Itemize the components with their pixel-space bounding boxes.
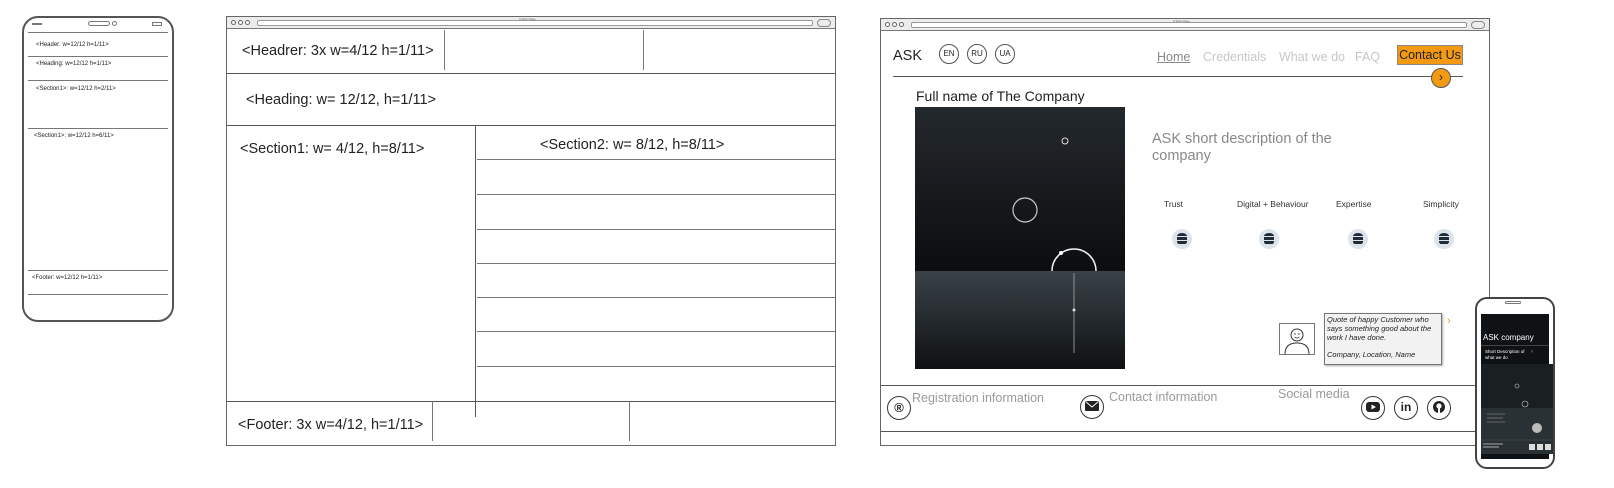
database-icon (1348, 229, 1368, 249)
lang-en-button[interactable]: EN (939, 44, 959, 64)
value-label-trust: Trust (1164, 199, 1184, 209)
wire-header-label: <Headrer: 3x w=4/12 h=1/11> (242, 43, 434, 59)
database-icon (1259, 229, 1279, 249)
contact-us-button[interactable]: Contact Us (1397, 45, 1463, 65)
battery-icon (152, 22, 162, 26)
youtube-icon[interactable] (1361, 396, 1385, 420)
wire-footer-label: <Footer: 3x w=4/12, h=1/11> (238, 417, 424, 433)
website-mockup: A Web Page ASK EN RU UA Home Credentials… (880, 18, 1490, 446)
database-icon (1434, 229, 1454, 249)
mobile-arrow[interactable]: › (1531, 349, 1533, 355)
phone-speaker (88, 21, 110, 26)
phone-section1-label: <Section1>: w=12/12 h=2/11> (36, 86, 116, 92)
company-name: Full name of The Company (916, 88, 1085, 104)
mobile-hero-image (1481, 364, 1553, 454)
next-arrow-button[interactable]: › (1431, 68, 1451, 88)
value-label-expertise: Expertise (1336, 199, 1372, 209)
value-label-simplicity: Simplicity (1423, 199, 1459, 209)
tab-title: A Web Page (1173, 19, 1190, 23)
github-icon[interactable] (1427, 396, 1451, 420)
lang-ru-button[interactable]: RU (967, 44, 987, 64)
phone-heading-label: <Heading: w=12/12 h=1/11> (36, 61, 112, 67)
menu-button[interactable] (1471, 21, 1485, 29)
value-label-digital: Digital + Behaviour (1237, 199, 1309, 209)
wire-section2-label: <Section2: w= 8/12, h=8/11> (540, 137, 725, 153)
nav-faq[interactable]: FAQ (1355, 50, 1380, 64)
customer-avatar (1279, 323, 1315, 355)
registration-info[interactable]: Registration information (912, 391, 1044, 405)
phone-camera (112, 21, 117, 26)
wire-heading-label: <Heading: w= 12/12, h=1/11> (246, 92, 436, 108)
phone-wireframe: <Header: w=12/12 h=1/11> <Heading: w=12/… (22, 16, 174, 322)
mobile-title: ASK company (1483, 333, 1534, 342)
quote-next-arrow[interactable]: › (1447, 315, 1451, 327)
social-media-label: Social media (1278, 387, 1350, 401)
browser-chrome: A Web Page (227, 17, 835, 29)
quote-text: Quote of happy Customer who says somethi… (1327, 315, 1432, 342)
registered-icon: ® (887, 396, 911, 420)
contact-info[interactable]: Contact information (1109, 390, 1217, 404)
mobile-description: Short Description of what we do (1485, 349, 1525, 360)
phone-speaker (1505, 301, 1521, 304)
wire-section1-label: <Section1: w= 4/12, h=8/11> (240, 141, 425, 157)
database-icon (1172, 229, 1192, 249)
mobile-screen: ASK company Short Description of what we… (1481, 311, 1553, 459)
mobile-mockup: ASK company Short Description of what we… (1475, 297, 1555, 469)
nav-what-we-do[interactable]: What we do (1279, 50, 1345, 64)
hero-image (915, 107, 1125, 369)
phone-footer-label: <Footer: w=12/12 h=1/11> (32, 275, 103, 281)
site-logo[interactable]: ASK (893, 48, 922, 64)
browser-chrome: A Web Page (881, 19, 1489, 31)
tab-title: A Web Page (519, 17, 536, 21)
quote-bubble: Quote of happy Customer who says somethi… (1324, 313, 1442, 365)
lang-ua-button[interactable]: UA (995, 44, 1015, 64)
quote-author: Company, Location, Name (1327, 350, 1416, 359)
nav-credentials[interactable]: Credentials (1203, 50, 1266, 64)
menu-button[interactable] (817, 19, 831, 27)
phone-section2-label: <Section1>: w=12/12 h=6/11> (34, 133, 114, 139)
mail-icon[interactable] (1080, 395, 1104, 419)
nav-home[interactable]: Home (1157, 50, 1190, 64)
phone-header-label: <Header: w=12/12 h=1/11> (36, 42, 109, 48)
short-description: ASK short description of the company (1152, 131, 1332, 164)
browser-wireframe: A Web Page <Headrer: 3x w=4/12 h=1/11> <… (226, 16, 836, 446)
signal-icon (32, 23, 42, 25)
linkedin-icon[interactable]: in (1394, 396, 1418, 420)
